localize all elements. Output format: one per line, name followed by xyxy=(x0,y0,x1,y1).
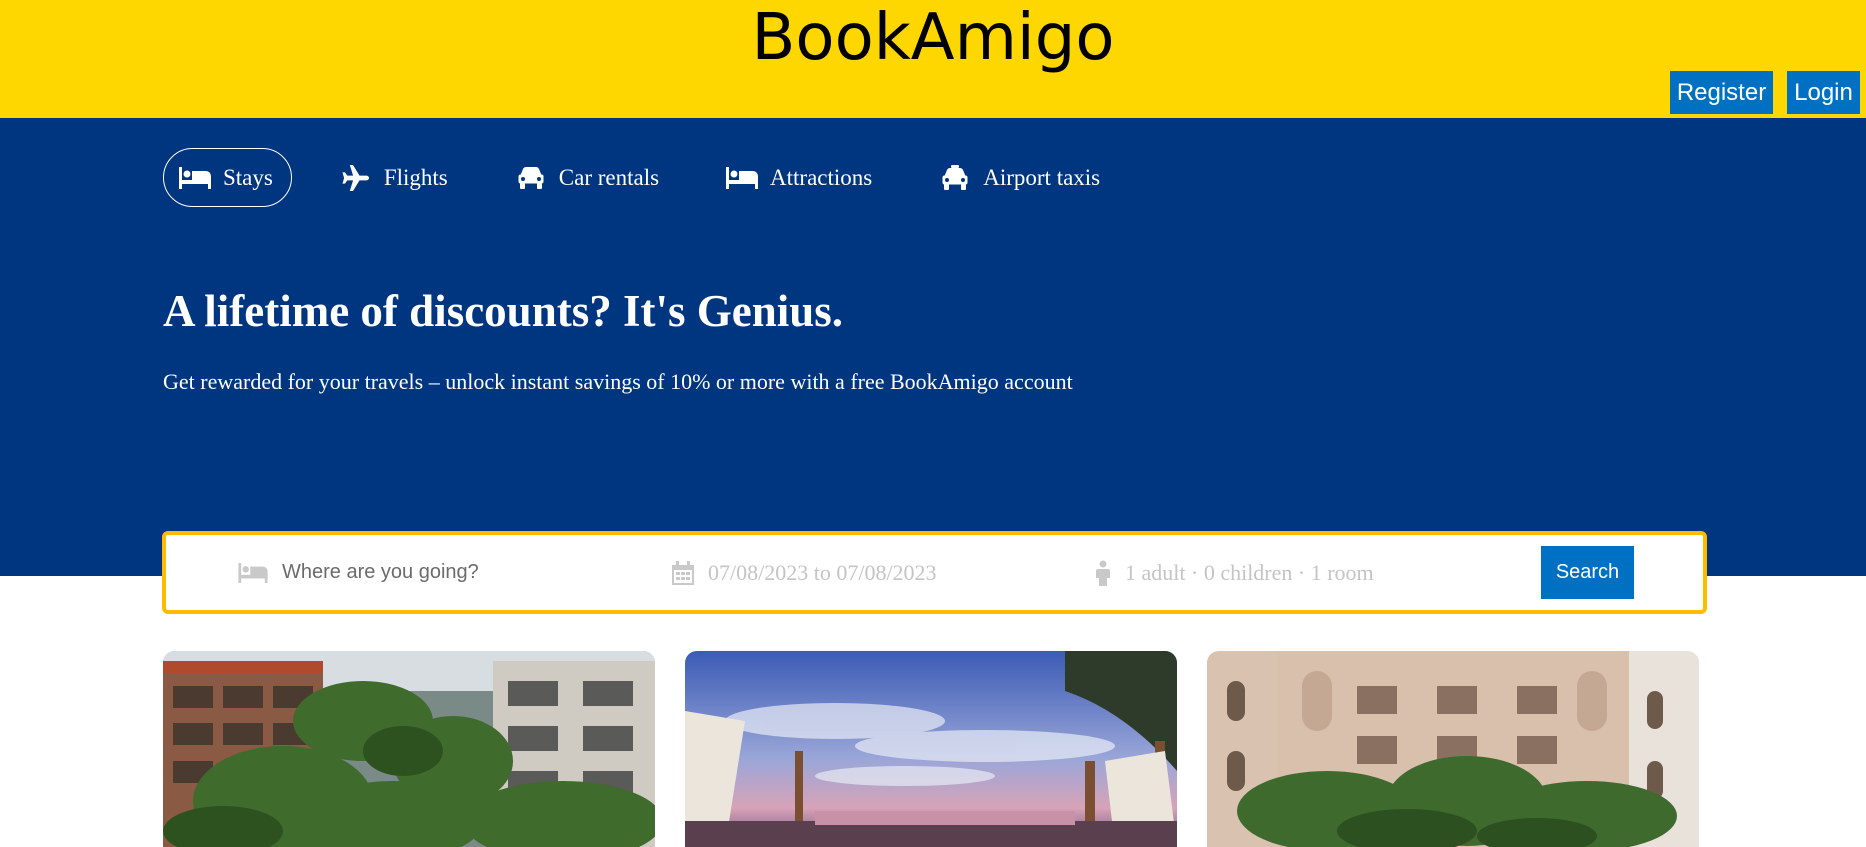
destination-input[interactable]: Where are you going? xyxy=(282,561,479,584)
property-card-image[interactable] xyxy=(163,651,655,847)
main-nav: Stays Flights Car rentals Attractions Ai… xyxy=(163,148,1151,207)
top-header: BookAmigo Register Login xyxy=(0,0,1866,118)
guests-value[interactable]: 1 adult · 0 children · 1 room xyxy=(1125,560,1374,586)
hero-headline: A lifetime of discounts? It's Genius. xyxy=(163,286,844,336)
bed-icon xyxy=(726,166,759,190)
search-button[interactable]: Search xyxy=(1541,546,1634,599)
nav-item-stays[interactable]: Stays xyxy=(163,148,292,207)
nav-label-airport-taxis: Airport taxis xyxy=(983,164,1101,190)
property-card-image[interactable] xyxy=(685,651,1177,847)
nav-label-car-rentals: Car rentals xyxy=(558,164,660,190)
register-button[interactable]: Register xyxy=(1670,71,1773,114)
nav-label-attractions: Attractions xyxy=(770,164,873,190)
destination-field[interactable]: Where are you going? xyxy=(238,535,479,610)
person-icon xyxy=(1095,560,1111,586)
login-button[interactable]: Login xyxy=(1787,71,1860,114)
nav-item-airport-taxis[interactable]: Airport taxis xyxy=(923,148,1119,207)
resort-building-image xyxy=(163,651,655,847)
nav-item-attractions[interactable]: Attractions xyxy=(710,148,891,207)
guests-field[interactable]: 1 adult · 0 children · 1 room xyxy=(1095,535,1374,610)
bed-icon xyxy=(179,166,211,190)
bed-icon xyxy=(238,562,268,583)
date-field[interactable]: 07/08/2023 to 07/08/2023 xyxy=(672,535,937,610)
car-icon xyxy=(515,166,547,190)
nav-label-stays: Stays xyxy=(223,164,273,190)
search-bar: Where are you going? 07/08/2023 to 07/08… xyxy=(162,531,1707,614)
airplane-icon xyxy=(340,164,372,191)
calendar-icon xyxy=(672,560,694,585)
date-range-value[interactable]: 07/08/2023 to 07/08/2023 xyxy=(708,560,937,586)
beach-cabanas-image xyxy=(685,651,1177,847)
nav-item-car-rentals[interactable]: Car rentals xyxy=(499,148,678,207)
taxi-icon xyxy=(939,164,971,190)
brand-logo[interactable]: BookAmigo xyxy=(0,2,1866,74)
nav-label-flights: Flights xyxy=(383,164,448,190)
property-card-image[interactable] xyxy=(1207,651,1699,847)
hero-subline: Get rewarded for your travels – unlock i… xyxy=(163,369,1073,394)
hotel-courtyard-image xyxy=(1207,651,1699,847)
nav-item-flights[interactable]: Flights xyxy=(324,148,467,207)
